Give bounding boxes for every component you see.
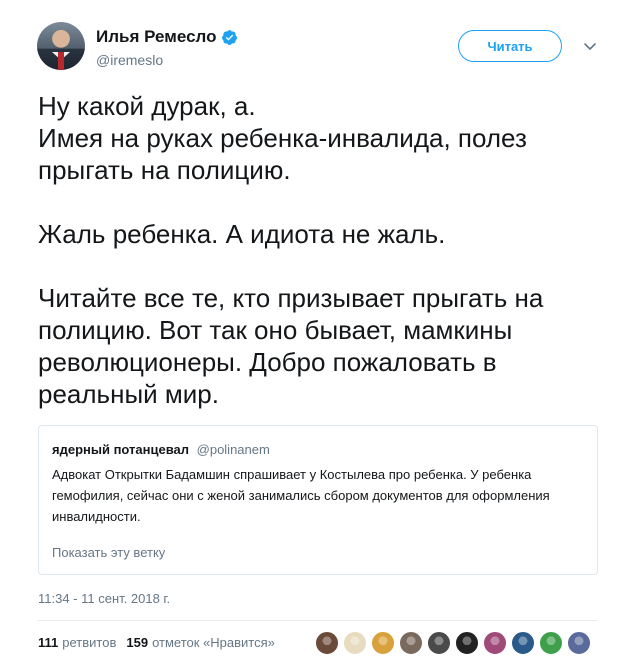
- tweet-timestamp[interactable]: 11:34 - 11 сент. 2018 г.: [38, 591, 170, 606]
- liker-avatar[interactable]: [567, 631, 591, 655]
- quoted-author-name: ядерный потанцевал: [52, 442, 190, 457]
- author-avatar[interactable]: [37, 22, 85, 70]
- liker-avatar[interactable]: [483, 631, 507, 655]
- liker-avatar[interactable]: [427, 631, 451, 655]
- quoted-author-handle: @polinanem: [196, 442, 270, 457]
- author-handle[interactable]: @iremeslo: [96, 52, 163, 68]
- verified-badge-icon: [222, 29, 238, 45]
- liker-avatar[interactable]: [511, 631, 535, 655]
- retweets-label: ретвитов: [62, 635, 117, 650]
- retweets-count: 111: [38, 635, 59, 650]
- chevron-down-icon[interactable]: [582, 38, 598, 54]
- author-name[interactable]: Илья Ремесло: [96, 27, 216, 47]
- author-name-row[interactable]: Илья Ремесло: [96, 27, 238, 47]
- show-thread-link[interactable]: Показать эту ветку: [52, 545, 165, 560]
- likes-label: отметок «Нравится»: [152, 635, 275, 650]
- likes-count: 159: [126, 635, 149, 650]
- liker-avatar[interactable]: [315, 631, 339, 655]
- likers-avatars: [315, 631, 595, 655]
- retweets-stat[interactable]: 111 ретвитов: [38, 635, 116, 650]
- liker-avatar[interactable]: [539, 631, 563, 655]
- liker-avatar[interactable]: [455, 631, 479, 655]
- likes-stat[interactable]: 159 отметок «Нравится»: [126, 635, 275, 650]
- tweet-header: Илья Ремесло @iremeslo Читать: [37, 22, 607, 72]
- quoted-tweet-header: ядерный потанцевал @polinanem: [52, 442, 270, 457]
- liker-avatar[interactable]: [399, 631, 423, 655]
- follow-button[interactable]: Читать: [458, 30, 562, 62]
- liker-avatar[interactable]: [343, 631, 367, 655]
- quoted-tweet[interactable]: ядерный потанцевал @polinanem Адвокат От…: [38, 425, 598, 575]
- divider: [38, 620, 598, 621]
- quoted-tweet-text: Адвокат Открытки Бадамшин спрашивает у К…: [52, 467, 550, 524]
- liker-avatar[interactable]: [371, 631, 395, 655]
- tweet-text: Ну какой дурак, а. Имея на руках ребенка…: [38, 91, 544, 409]
- tweet-stats: 111 ретвитов 159 отметок «Нравится»: [38, 635, 285, 650]
